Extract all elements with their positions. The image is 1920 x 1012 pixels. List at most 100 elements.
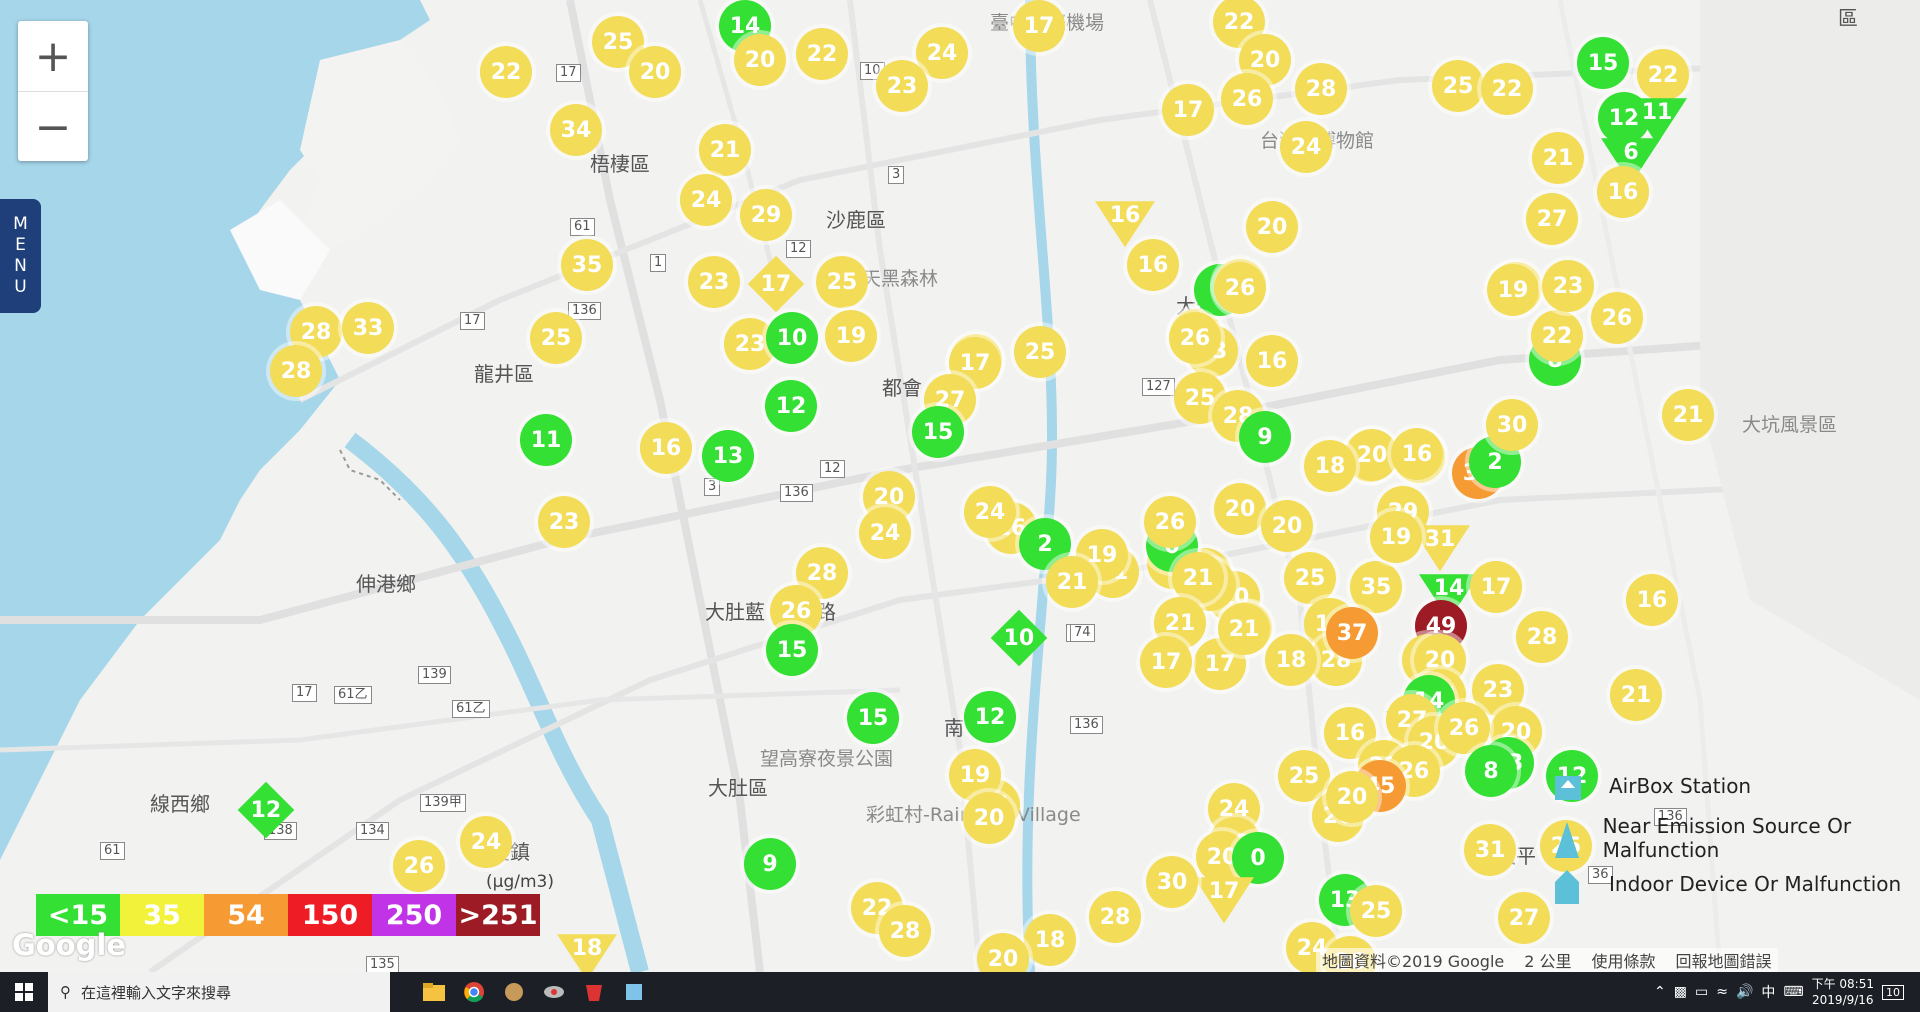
sensor-marker[interactable]: 19: [1487, 264, 1539, 316]
volume-icon[interactable]: 🔊: [1736, 984, 1753, 1000]
keyboard-icon[interactable]: ⌨: [1783, 984, 1803, 1000]
menu-tab-button[interactable]: M E N U: [0, 199, 41, 313]
sensor-marker[interactable]: 24: [460, 816, 512, 868]
sensor-marker[interactable]: 16: [640, 422, 692, 474]
sensor-marker[interactable]: 33: [342, 302, 394, 354]
sensor-marker[interactable]: 22: [480, 46, 532, 98]
sensor-marker-triangle[interactable]: 17: [1194, 877, 1254, 924]
sensor-marker[interactable]: 34: [550, 104, 602, 156]
sensor-marker[interactable]: 20: [734, 34, 786, 86]
sensor-marker[interactable]: 20: [963, 792, 1015, 844]
sensor-marker[interactable]: 21: [1662, 389, 1714, 441]
sensor-marker[interactable]: 9: [1239, 411, 1291, 463]
report-error-link[interactable]: 回報地圖錯誤: [1676, 948, 1772, 972]
sensor-marker[interactable]: 20: [1246, 201, 1298, 253]
sensor-marker[interactable]: 23: [538, 496, 590, 548]
sensor-marker[interactable]: 26: [393, 840, 445, 892]
sensor-marker[interactable]: 27: [1526, 193, 1578, 245]
sensor-marker[interactable]: 19: [1370, 511, 1422, 563]
sensor-marker[interactable]: 26: [1169, 312, 1221, 364]
sensor-marker[interactable]: 25: [1014, 326, 1066, 378]
tray-app-icon[interactable]: ▩: [1674, 984, 1687, 1000]
sensor-marker[interactable]: 21: [699, 124, 751, 176]
sensor-marker[interactable]: 9: [744, 838, 796, 890]
sensor-marker[interactable]: 20: [629, 46, 681, 98]
sensor-marker[interactable]: 16: [1626, 574, 1678, 626]
tray-chevron-icon[interactable]: ⌃: [1654, 984, 1666, 1000]
sensor-marker[interactable]: 16: [1597, 166, 1649, 218]
file-explorer-icon[interactable]: [416, 972, 452, 1012]
sensor-marker[interactable]: 15: [847, 692, 899, 744]
terms-link[interactable]: 使用條款: [1592, 948, 1656, 972]
sensor-marker[interactable]: 12: [765, 380, 817, 432]
sensor-marker[interactable]: 20: [1326, 771, 1378, 823]
sensor-marker[interactable]: 16: [1246, 335, 1298, 387]
sensor-marker[interactable]: 0: [1232, 832, 1284, 884]
sensor-marker[interactable]: 16: [1127, 239, 1179, 291]
sensor-marker[interactable]: 25: [1432, 60, 1484, 112]
sensor-marker[interactable]: 35: [561, 239, 613, 291]
wifi-icon[interactable]: ≈: [1716, 984, 1728, 1000]
sensor-marker[interactable]: 10: [766, 312, 818, 364]
sensor-marker[interactable]: 22: [796, 28, 848, 80]
sensor-marker[interactable]: 18: [1304, 440, 1356, 492]
sensor-marker[interactable]: 20: [1214, 483, 1266, 535]
sensor-marker[interactable]: 25: [816, 256, 868, 308]
sensor-marker[interactable]: 28: [879, 905, 931, 957]
sensor-marker[interactable]: 24: [680, 174, 732, 226]
sensor-marker[interactable]: 28: [270, 345, 322, 397]
sensor-marker-triangle[interactable]: 18: [557, 934, 617, 972]
clock[interactable]: 下午 08:51 2019/9/16: [1812, 976, 1874, 1008]
sensor-marker[interactable]: 17: [1140, 636, 1192, 688]
sensor-marker[interactable]: 26: [1221, 73, 1273, 125]
sensor-marker[interactable]: 18: [1024, 914, 1076, 966]
sensor-marker[interactable]: 21: [1218, 603, 1270, 655]
sensor-marker[interactable]: 26: [1591, 292, 1643, 344]
start-button[interactable]: [0, 972, 48, 1012]
scale-bar[interactable]: 2 公里: [1524, 948, 1571, 972]
sensor-marker[interactable]: 35: [1350, 561, 1402, 613]
sensor-marker[interactable]: 29: [740, 189, 792, 241]
sensor-marker[interactable]: 19: [825, 310, 877, 362]
sensor-marker[interactable]: 31: [1464, 824, 1516, 876]
battery-icon[interactable]: ▭: [1695, 984, 1708, 1000]
sensor-marker[interactable]: 28: [1089, 891, 1141, 943]
sensor-marker[interactable]: 15: [1577, 37, 1629, 89]
chrome-icon[interactable]: [456, 972, 492, 1012]
app-icon-4[interactable]: [616, 972, 652, 1012]
sensor-marker[interactable]: 23: [876, 60, 928, 112]
sensor-marker[interactable]: 28: [1295, 63, 1347, 115]
taskbar-search-box[interactable]: ⚲ 在這裡輸入文字來搜尋: [48, 972, 390, 1012]
sensor-marker[interactable]: 27: [1498, 892, 1550, 944]
app-icon-2[interactable]: [536, 972, 572, 1012]
sensor-marker[interactable]: 24: [1280, 121, 1332, 173]
sensor-marker[interactable]: 17: [1470, 561, 1522, 613]
sensor-marker[interactable]: 17: [1162, 84, 1214, 136]
sensor-marker[interactable]: 22: [1481, 63, 1533, 115]
sensor-marker[interactable]: 23: [1542, 260, 1594, 312]
notification-icon[interactable]: 10: [1882, 984, 1904, 1000]
zoom-out-button[interactable]: −: [18, 92, 88, 162]
sensor-marker[interactable]: 8: [1465, 745, 1517, 797]
sensor-marker[interactable]: 15: [912, 406, 964, 458]
sensor-marker[interactable]: 30: [1486, 399, 1538, 451]
sensor-marker[interactable]: 30: [1146, 856, 1198, 908]
sensor-marker[interactable]: 18: [1265, 634, 1317, 686]
sensor-marker[interactable]: 21: [1532, 132, 1584, 184]
sensor-marker[interactable]: 24: [859, 507, 911, 559]
app-icon-1[interactable]: [496, 972, 532, 1012]
sensor-marker[interactable]: 22: [1531, 310, 1583, 362]
sensor-marker[interactable]: 25: [1284, 552, 1336, 604]
sensor-marker[interactable]: 26: [1144, 496, 1196, 548]
ime-indicator[interactable]: 中: [1761, 982, 1775, 1002]
sensor-marker[interactable]: 37: [1326, 607, 1378, 659]
sensor-marker[interactable]: 13: [702, 430, 754, 482]
sensor-marker[interactable]: 22: [1637, 49, 1689, 101]
sensor-marker[interactable]: 17: [1013, 0, 1065, 52]
sensor-marker[interactable]: 11: [520, 414, 572, 466]
sensor-marker[interactable]: 20: [1261, 500, 1313, 552]
sensor-marker[interactable]: 21: [1610, 669, 1662, 721]
sensor-marker[interactable]: 28: [1516, 611, 1568, 663]
sensor-marker[interactable]: 16: [1391, 428, 1443, 480]
sensor-marker[interactable]: 21: [1046, 556, 1098, 608]
